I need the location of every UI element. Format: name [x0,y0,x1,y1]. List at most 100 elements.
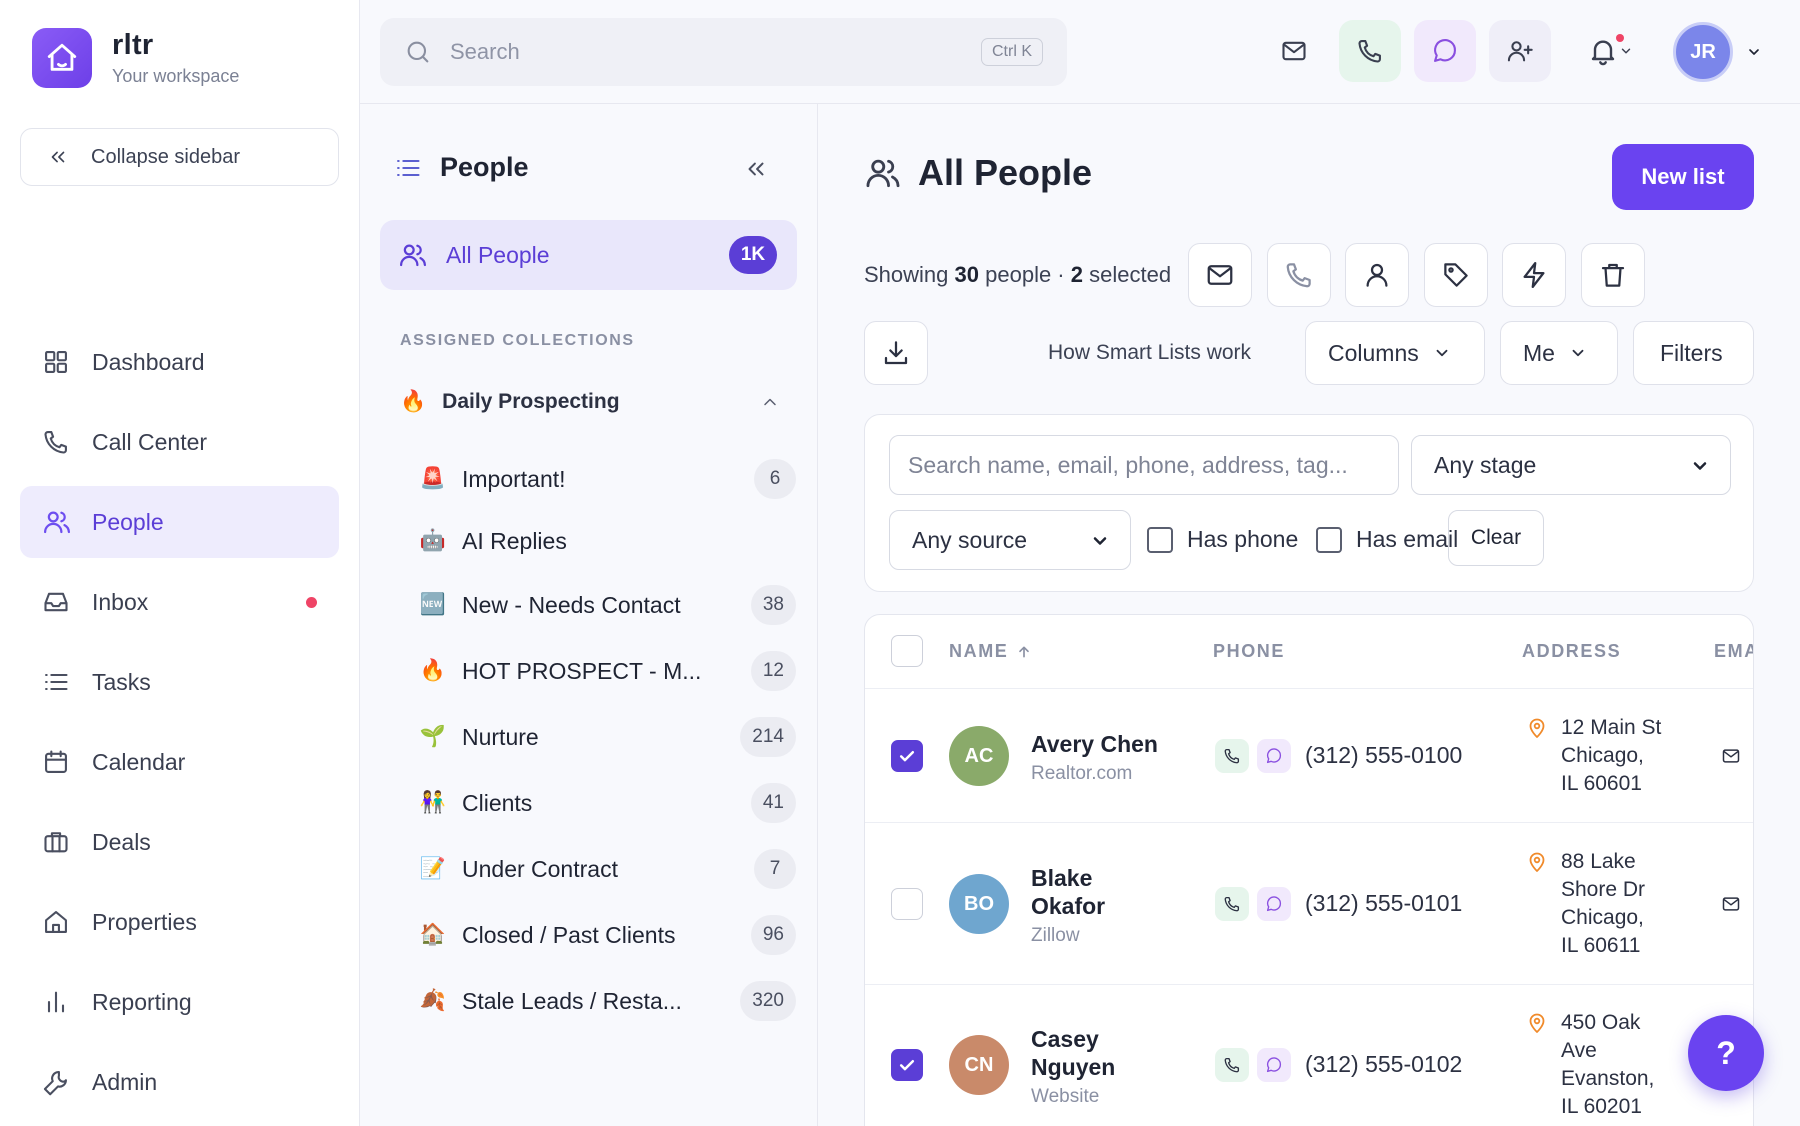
avatar[interactable]: BO [949,874,1009,934]
collection-item[interactable]: 🔥 HOT PROSPECT - M... 12 [418,648,796,694]
select-all-checkbox[interactable] [891,635,923,667]
phone-icon [1224,896,1240,912]
text-person-button[interactable] [1257,1048,1291,1082]
help-button[interactable]: ? [1688,1015,1764,1091]
sidebar-item-deals[interactable]: Deals [20,806,339,878]
chevron-down-icon[interactable] [1746,44,1762,60]
collection-item[interactable]: 📝 Under Contract 7 [418,846,796,892]
has-email-checkbox[interactable]: Has email [1316,526,1458,553]
mail-icon [1207,265,1233,285]
person-name[interactable]: Blake Okafor Zillow [1031,864,1171,950]
brand[interactable]: rltr Your workspace [32,28,239,88]
row-checkbox[interactable] [891,888,923,920]
source-select[interactable]: Any source [889,510,1131,570]
user-avatar[interactable]: JR [1673,22,1733,82]
has-phone-checkbox[interactable]: Has phone [1147,526,1298,553]
sidebar: rltr Your workspace Collapse sidebar Das… [0,0,360,1126]
checkbox[interactable] [1316,526,1342,553]
call-button[interactable] [1339,20,1401,82]
column-header-address[interactable]: ADDRESS [1522,641,1621,662]
collection-item[interactable]: 🍂 Stale Leads / Resta... 320 [418,978,796,1024]
person-name[interactable]: Casey Nguyen Website [1031,1025,1171,1111]
export-button[interactable] [864,321,928,385]
bulk-email-button[interactable] [1188,243,1252,307]
column-header-name[interactable]: NAME [949,641,1032,662]
table-row[interactable]: CN Casey Nguyen Website (312) 555-0102 450 O… [865,985,1753,1126]
filter-search-input[interactable]: Search name, email, phone, address, tag.… [889,435,1399,495]
sidebar-item-reporting[interactable]: Reporting [20,966,339,1038]
sidebar-item-tasks[interactable]: Tasks [20,646,339,718]
bulk-call-button[interactable] [1267,243,1331,307]
lead-source: Realtor.com [1031,763,1133,784]
email-person-button[interactable] [1721,746,1741,766]
stage-select[interactable]: Any stage [1411,435,1731,495]
call-person-button[interactable] [1215,739,1249,773]
owner-dropdown[interactable]: Me [1500,321,1618,385]
column-header-email[interactable]: EMA [1714,641,1753,662]
call-person-button[interactable] [1215,887,1249,921]
sidebar-item-label: Calendar [92,748,186,775]
collection-item[interactable]: 🏠 Closed / Past Clients 96 [418,912,796,958]
collection-item[interactable]: 🚨 Important! 6 [418,456,796,502]
collection-item[interactable]: 🆕 New - Needs Contact 38 [418,582,796,628]
sidebar-item-admin[interactable]: Admin [20,1046,339,1118]
notifications-button[interactable] [1574,20,1646,82]
mail-button[interactable] [1263,20,1325,82]
collection-item[interactable]: 🌱 Nurture 214 [418,714,796,760]
sidebar-item-label: Inbox [92,588,149,615]
collapse-sidebar-button[interactable]: Collapse sidebar [20,128,339,186]
address-line: Ave [1561,1039,1597,1062]
checkbox[interactable] [1147,526,1173,553]
section-label: ASSIGNED COLLECTIONS [400,332,635,349]
assign-owner-button[interactable] [1345,243,1409,307]
row-checkbox[interactable] [891,740,923,772]
global-search[interactable]: Search Ctrl K [380,18,1067,86]
sidebar-item-people[interactable]: People [20,486,339,558]
sidebar-item-dashboard[interactable]: Dashboard [20,326,339,398]
text-person-button[interactable] [1257,739,1291,773]
fire-icon: 🔥 [400,390,427,413]
tag-button[interactable] [1424,243,1488,307]
message-button[interactable] [1414,20,1476,82]
phone-number[interactable]: (312) 555-0102 [1305,1051,1462,1078]
selected-count: 2 [1070,262,1084,287]
arrow-up-icon [1019,646,1030,657]
check-icon [899,751,915,762]
sidebar-item-inbox[interactable]: Inbox [20,566,339,638]
sidebar-item-calendar[interactable]: Calendar [20,726,339,798]
all-people-item[interactable]: All People 1K [380,220,797,290]
collection-item[interactable]: 👫 Clients 41 [418,780,796,826]
clear-filters-button[interactable]: Clear [1448,510,1544,566]
has-email-label: Has email [1356,526,1459,552]
collection-group-daily-prospecting[interactable]: 🔥 Daily Prospecting [400,382,780,422]
add-person-button[interactable] [1489,20,1551,82]
people-table: NAME PHONE ADDRESS EMA AC Avery Chen Realt… [864,614,1754,1126]
avatar[interactable]: CN [949,1035,1009,1095]
collapse-panel-button[interactable] [743,156,769,182]
call-person-button[interactable] [1215,1048,1249,1082]
smart-lists-help-link[interactable]: How Smart Lists work [1048,341,1251,365]
filters-button[interactable]: Filters [1633,321,1754,385]
automation-button[interactable] [1502,243,1566,307]
phone-number[interactable]: (312) 555-0100 [1305,742,1462,769]
collection-item[interactable]: 🤖 AI Replies [418,518,796,564]
columns-dropdown[interactable]: Columns [1305,321,1485,385]
new-list-button[interactable]: New list [1612,144,1754,210]
column-header-phone[interactable]: PHONE [1213,641,1285,662]
sidebar-item-call-center[interactable]: Call Center [20,406,339,478]
row-checkbox[interactable] [891,1049,923,1081]
collection-emoji-icon: 🆕 [419,593,447,616]
avatar[interactable]: AC [949,726,1009,786]
sidebar-item-properties[interactable]: Properties [20,886,339,958]
phone-icon [1358,40,1381,63]
text-person-button[interactable] [1257,887,1291,921]
table-header: NAME PHONE ADDRESS EMA [865,615,1753,689]
sidebar-item-label: Properties [92,908,197,935]
phone-number[interactable]: (312) 555-0101 [1305,890,1462,917]
table-row[interactable]: AC Avery Chen Realtor.com (312) 555-0100 12 … [865,689,1753,823]
users-icon [866,159,900,188]
delete-button[interactable] [1581,243,1645,307]
person-name[interactable]: Avery Chen Realtor.com [1031,730,1171,788]
table-row[interactable]: BO Blake Okafor Zillow (312) 555-0101 88 Lak… [865,823,1753,985]
email-person-button[interactable] [1721,894,1741,914]
